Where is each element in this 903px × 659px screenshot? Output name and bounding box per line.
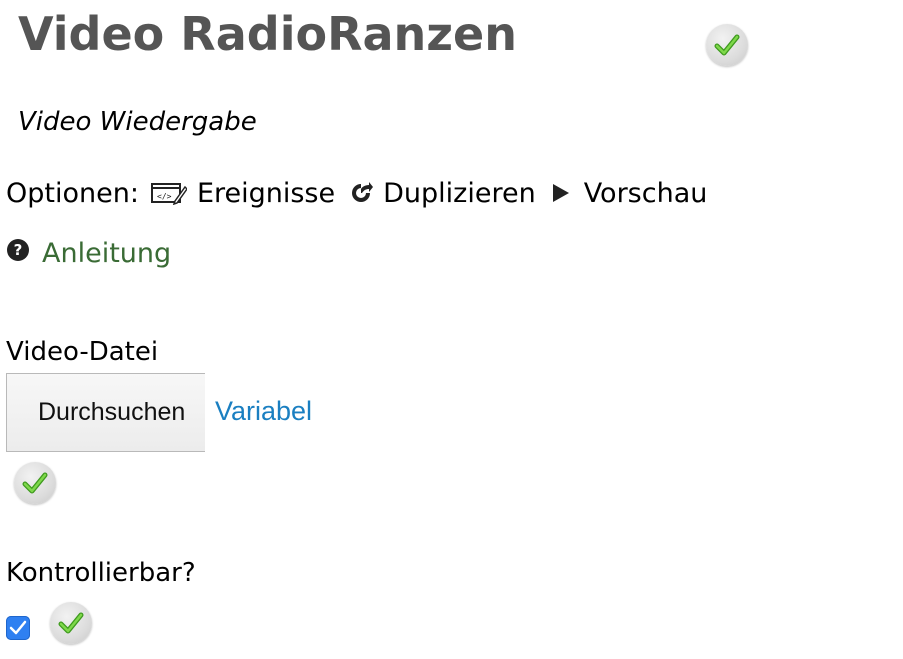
options-item-vorschau[interactable]: Vorschau	[584, 178, 708, 209]
variable-link[interactable]: Variabel	[215, 394, 312, 428]
controllable-label: Kontrollierbar?	[6, 558, 196, 588]
svg-text:</>: </>	[157, 192, 172, 201]
video-file-status-check-icon	[14, 462, 56, 504]
svg-text:?: ?	[14, 241, 23, 259]
options-item-duplizieren[interactable]: Duplizieren	[383, 178, 536, 209]
page-title: Video RadioRanzen	[18, 7, 517, 61]
page-subtitle: Video Wiedergabe	[18, 107, 257, 137]
options-bar: Optionen: </> Ereignisse Duplizieren Vor…	[6, 174, 707, 212]
browse-button[interactable]: Durchsuchen	[6, 373, 205, 452]
controllable-status-check-icon	[50, 602, 92, 644]
code-edit-icon[interactable]: </>	[150, 181, 187, 205]
share-icon[interactable]	[349, 181, 374, 205]
video-file-label: Video-Datei	[6, 337, 159, 367]
help-row: ? Anleitung	[6, 234, 171, 272]
title-status-check-icon	[706, 24, 748, 66]
help-link[interactable]: Anleitung	[42, 238, 171, 269]
options-label: Optionen:	[6, 177, 139, 209]
page: Video RadioRanzen Video Wiedergabe Optio…	[0, 0, 903, 659]
options-item-ereignisse[interactable]: Ereignisse	[197, 178, 335, 209]
question-circle-icon: ?	[6, 238, 30, 269]
controllable-checkbox[interactable]	[6, 616, 30, 640]
play-icon[interactable]	[552, 182, 570, 204]
